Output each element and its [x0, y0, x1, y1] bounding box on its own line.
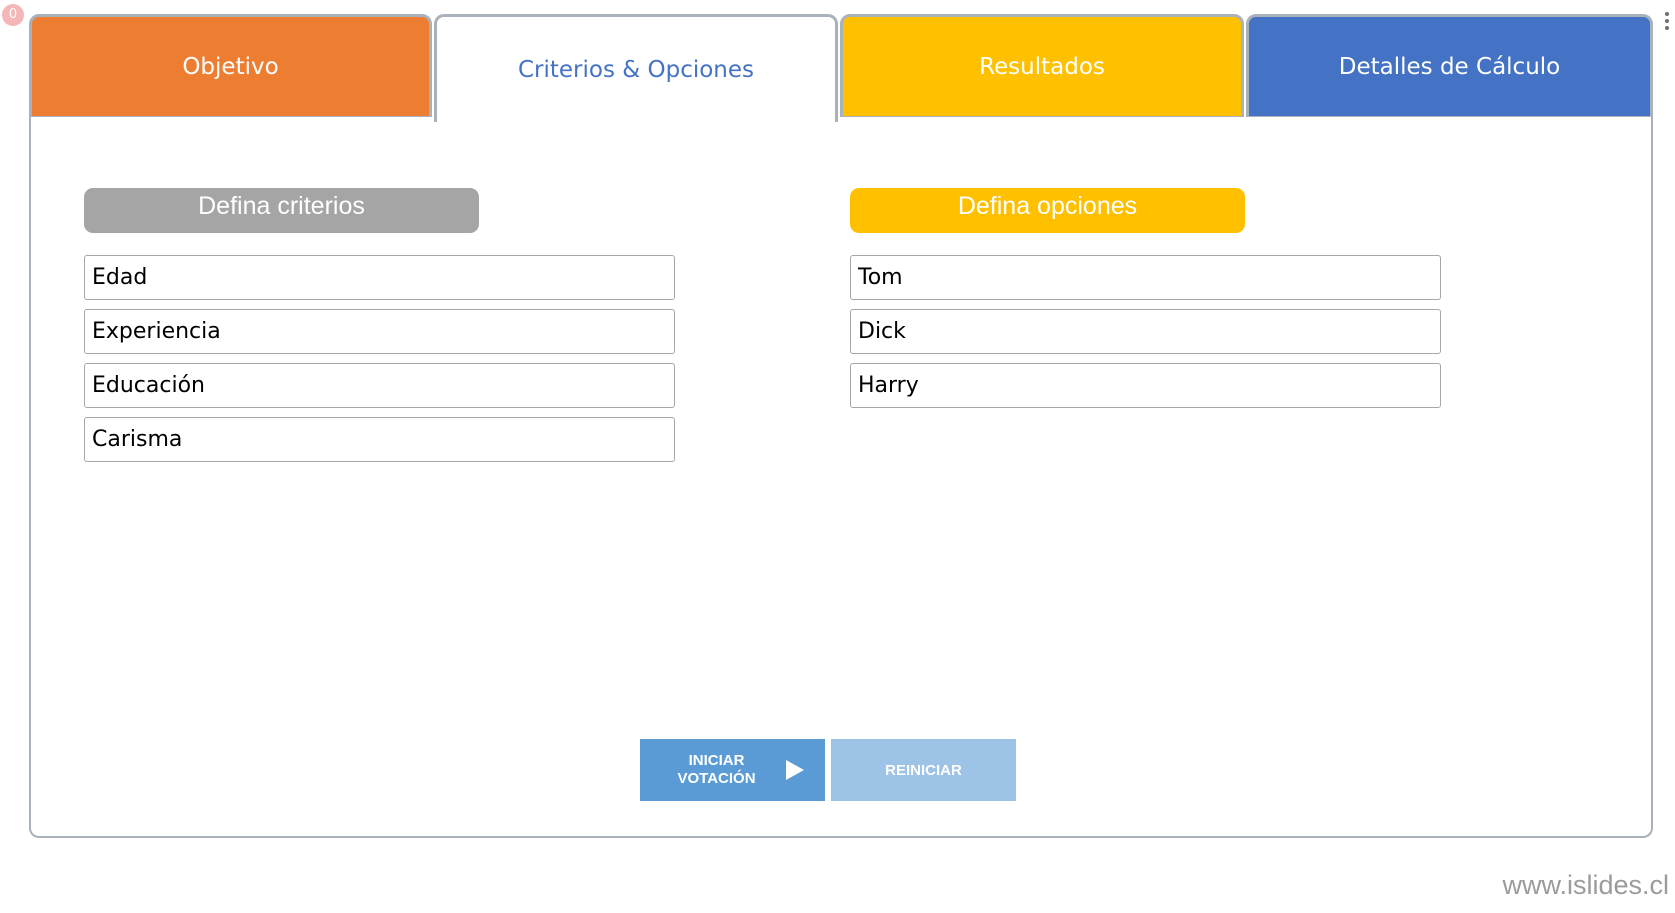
- criteria-header-label: Defina criterios: [198, 192, 365, 220]
- criterion-input-3[interactable]: [84, 363, 675, 408]
- option-input-2[interactable]: [850, 309, 1441, 354]
- criterion-input-2[interactable]: [84, 309, 675, 354]
- option-input-3[interactable]: [850, 363, 1441, 408]
- criteria-header: Defina criterios: [84, 188, 479, 233]
- watermark: www.islides.cl: [1502, 870, 1669, 900]
- tab-objetivo[interactable]: Objetivo: [29, 14, 432, 119]
- start-voting-label-line2: VOTACIÓN: [677, 770, 756, 787]
- app-window: 0 Objetivo Criterios & Opciones Resultad…: [0, 0, 1675, 913]
- tab-resultados[interactable]: Resultados: [840, 14, 1244, 119]
- tab-label: Detalles de Cálculo: [1338, 53, 1561, 80]
- option-input-1[interactable]: [850, 255, 1441, 300]
- reset-button[interactable]: REINICIAR: [831, 739, 1016, 801]
- tab-label: Criterios & Opciones: [517, 56, 755, 83]
- start-voting-label-line1: INICIAR: [688, 752, 745, 769]
- tab-detalles-calculo[interactable]: Detalles de Cálculo: [1246, 14, 1653, 119]
- options-header: Defina opciones: [850, 188, 1245, 233]
- criterion-input-1[interactable]: [84, 255, 675, 300]
- tab-criterios-opciones[interactable]: Criterios & Opciones: [434, 14, 838, 122]
- play-icon: [785, 760, 804, 780]
- start-voting-button[interactable]: INICIAR VOTACIÓN: [640, 739, 825, 801]
- notification-badge: 0: [2, 4, 24, 26]
- more-options-icon[interactable]: [1665, 12, 1669, 33]
- tab-label: Objetivo: [182, 53, 279, 80]
- tab-label: Resultados: [979, 53, 1105, 80]
- start-voting-label: INICIAR VOTACIÓN: [662, 752, 772, 788]
- criterion-input-4[interactable]: [84, 417, 675, 462]
- options-header-label: Defina opciones: [957, 192, 1138, 220]
